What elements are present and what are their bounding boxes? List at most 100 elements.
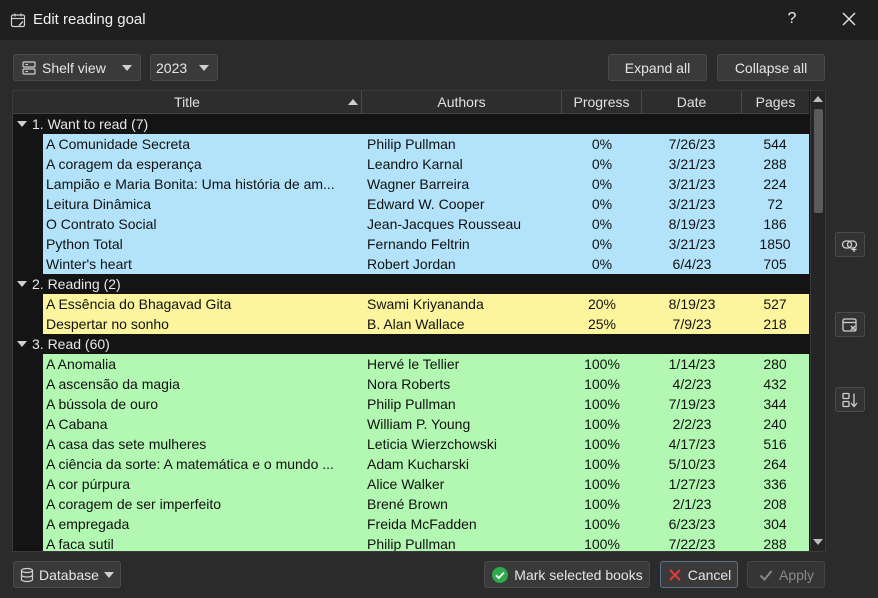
vertical-scrollbar[interactable]	[810, 91, 825, 551]
cell-progress: 0%	[591, 216, 613, 232]
table-row[interactable]: Leitura Dinâmica Edward W. Cooper 0% 3/21/2…	[43, 194, 809, 214]
cancel-button[interactable]: Cancel	[660, 561, 738, 588]
cell-title: Leitura Dinâmica	[46, 196, 152, 212]
header-pages[interactable]: Pages	[742, 91, 809, 114]
table-row[interactable]: A Anomalia Hervé le Tellier 100% 1/14/23 280	[43, 354, 809, 374]
group-label: 2. Reading (2)	[32, 276, 121, 292]
database-label: Database	[39, 566, 99, 583]
cell-author: Hervé le Tellier	[367, 356, 460, 372]
cell-title: Despertar no sonho	[46, 316, 169, 332]
expand-all-button[interactable]: Expand all	[608, 54, 707, 81]
collapse-all-button[interactable]: Collapse all	[717, 54, 825, 81]
cell-progress: 0%	[591, 136, 613, 152]
database-button[interactable]: Database	[13, 561, 121, 588]
cell-author: Wagner Barreira	[367, 176, 470, 192]
cell-date: 7/26/23	[668, 136, 716, 152]
table-row[interactable]: A ciência da sorte: A matemática e o mun…	[43, 454, 809, 474]
cell-progress: 100%	[584, 516, 620, 532]
calendar-remove-button[interactable]	[835, 312, 865, 337]
expand-arrow-icon[interactable]	[17, 341, 27, 347]
group-row[interactable]: 2. Reading (2)	[13, 274, 809, 294]
table-row[interactable]: A coragem de ser imperfeito Brené Brown 10…	[43, 494, 809, 514]
group-label: 3. Read (60)	[32, 336, 110, 352]
table-row[interactable]: Python Total Fernando Feltrin 0% 3/21/23 185…	[43, 234, 809, 254]
cell-pages: 72	[767, 196, 783, 212]
mark-selected-books-button[interactable]: Mark selected books	[484, 561, 650, 588]
table-row[interactable]: O Contrato Social Jean-Jacques Rousseau 0%…	[43, 214, 809, 234]
cell-author: Brené Brown	[367, 496, 448, 512]
table-body: 1. Want to read (7) A Comunidade Secreta P…	[13, 114, 809, 551]
scroll-up-icon[interactable]	[813, 96, 823, 102]
sort-button[interactable]	[835, 387, 865, 412]
cell-author: Edward W. Cooper	[367, 196, 485, 212]
cell-pages: 208	[763, 496, 787, 512]
chevron-down-icon	[104, 572, 114, 578]
check-icon	[759, 569, 773, 581]
cell-pages: 432	[763, 376, 787, 392]
table-row[interactable]: A Cabana William P. Young 100% 2/2/23 240	[43, 414, 809, 434]
header-date[interactable]: Date	[642, 91, 742, 114]
cell-title: A faca sutil	[46, 536, 114, 551]
table-row[interactable]: A casa das sete mulheres Leticia Wierzcho…	[43, 434, 809, 454]
header-title[interactable]: Title	[13, 91, 362, 114]
apply-button[interactable]: Apply	[747, 561, 825, 588]
cell-author: Philip Pullman	[367, 136, 456, 152]
table-row[interactable]: A Comunidade Secreta Philip Pullman 0% 7/26…	[43, 134, 809, 154]
table-row[interactable]: A coragem da esperança Leandro Karnal 0% 3/…	[43, 154, 809, 174]
expand-arrow-icon[interactable]	[17, 281, 27, 287]
expand-all-label: Expand all	[624, 59, 691, 76]
header-progress[interactable]: Progress	[562, 91, 642, 114]
cell-title: A empregada	[46, 516, 130, 532]
cell-date: 4/17/23	[668, 436, 716, 452]
chevron-down-icon	[199, 65, 209, 71]
scroll-down-icon[interactable]	[813, 539, 823, 545]
cell-progress: 0%	[591, 156, 613, 172]
sort-icon	[842, 392, 858, 407]
view-selector[interactable]: Shelf view	[13, 54, 141, 81]
group-label: 1. Want to read (7)	[32, 116, 149, 132]
cell-pages: 280	[763, 356, 787, 372]
cell-progress: 0%	[591, 256, 613, 272]
cell-pages: 304	[763, 516, 787, 532]
cell-progress: 100%	[584, 496, 620, 512]
link-add-button[interactable]	[835, 232, 865, 257]
cell-date: 7/9/23	[672, 316, 712, 332]
expand-arrow-icon[interactable]	[17, 121, 27, 127]
cell-date: 7/22/23	[668, 536, 716, 551]
cell-progress: 25%	[587, 316, 617, 332]
table-row[interactable]: A bússola de ouro Philip Pullman 100% 7/19/…	[43, 394, 809, 414]
header-authors[interactable]: Authors	[362, 91, 562, 114]
table-row[interactable]: A Essência do Bhagavad Gita Swami Kriyana…	[43, 294, 809, 314]
cell-date: 1/27/23	[668, 476, 716, 492]
table-row[interactable]: A ascensão da magia Nora Roberts 100% 4/2/2…	[43, 374, 809, 394]
cell-progress: 100%	[584, 396, 620, 412]
cell-pages: 264	[763, 456, 787, 472]
collapse-all-label: Collapse all	[734, 59, 808, 76]
group-row[interactable]: 3. Read (60)	[13, 334, 809, 354]
cell-progress: 100%	[584, 376, 620, 392]
help-button[interactable]: ?	[784, 10, 800, 28]
link-add-icon	[841, 239, 858, 252]
table-row[interactable]: Despertar no sonho B. Alan Wallace 25% 7/9/…	[43, 314, 809, 334]
cell-progress: 100%	[584, 476, 620, 492]
cell-title: A coragem de ser imperfeito	[46, 496, 222, 512]
table-row[interactable]: A faca sutil Philip Pullman 100% 7/22/23 288	[43, 534, 809, 551]
cell-author: Swami Kriyananda	[367, 296, 484, 312]
table-row[interactable]: A cor púrpura Alice Walker 100% 1/27/23 336	[43, 474, 809, 494]
year-selector[interactable]: 2023	[150, 54, 218, 81]
table-row[interactable]: A empregada Freida McFadden 100% 6/23/23 304	[43, 514, 809, 534]
table-row[interactable]: Winter's heart Robert Jordan 0% 6/4/23 705	[43, 254, 809, 274]
books-table[interactable]: Title Authors Progress Date Pages 1. Wan…	[12, 90, 826, 552]
group-row[interactable]: 1. Want to read (7)	[13, 114, 809, 134]
cell-author: Fernando Feltrin	[367, 236, 470, 252]
close-icon[interactable]	[838, 8, 860, 30]
cell-author: Leticia Wierzchowski	[367, 436, 497, 452]
cell-author: William P. Young	[367, 416, 471, 432]
cell-date: 6/4/23	[672, 256, 712, 272]
cell-pages: 344	[763, 396, 787, 412]
cell-title: Lampião e Maria Bonita: Uma história de …	[46, 176, 335, 192]
scrollbar-thumb[interactable]	[814, 109, 823, 213]
cell-pages: 288	[763, 536, 787, 551]
table-row[interactable]: Lampião e Maria Bonita: Uma história de …	[43, 174, 809, 194]
cell-title: A Comunidade Secreta	[46, 136, 190, 152]
